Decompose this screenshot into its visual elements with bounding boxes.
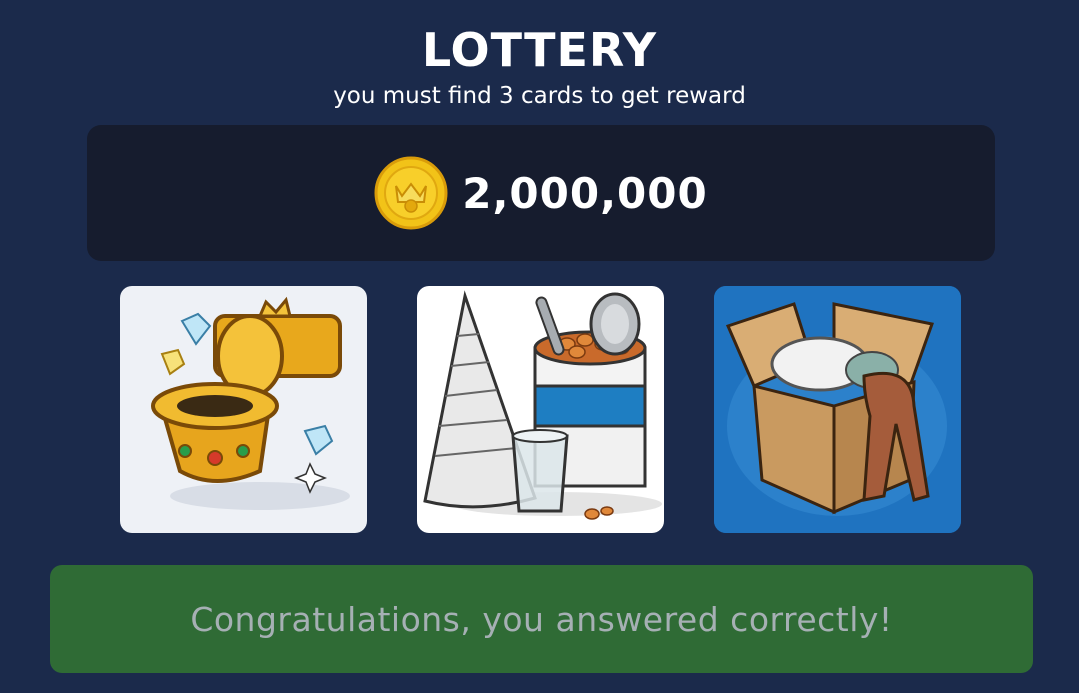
golden-toilet-card[interactable] bbox=[120, 286, 367, 533]
golden-toilet-icon bbox=[151, 296, 350, 510]
newspaper-beans-card[interactable] bbox=[417, 286, 664, 533]
reward-amount: 2,000,000 bbox=[462, 168, 708, 218]
page-title: LOTTERY bbox=[421, 23, 658, 77]
page-subtitle: you must find 3 cards to get reward bbox=[333, 83, 746, 109]
result-banner: Congratulations, you answered correctly! bbox=[50, 565, 1033, 673]
reward-panel: 2,000,000 bbox=[87, 125, 995, 261]
bean-can-icon bbox=[423, 290, 662, 520]
result-message: Congratulations, you answered correctly! bbox=[190, 599, 893, 639]
coin-icon bbox=[374, 156, 448, 230]
lottery-screen: LOTTERY you must find 3 cards to get rew… bbox=[0, 0, 1079, 693]
card-row bbox=[0, 286, 1079, 533]
cardboard-box-icon bbox=[714, 286, 961, 533]
cardboard-box-card[interactable] bbox=[714, 286, 961, 533]
